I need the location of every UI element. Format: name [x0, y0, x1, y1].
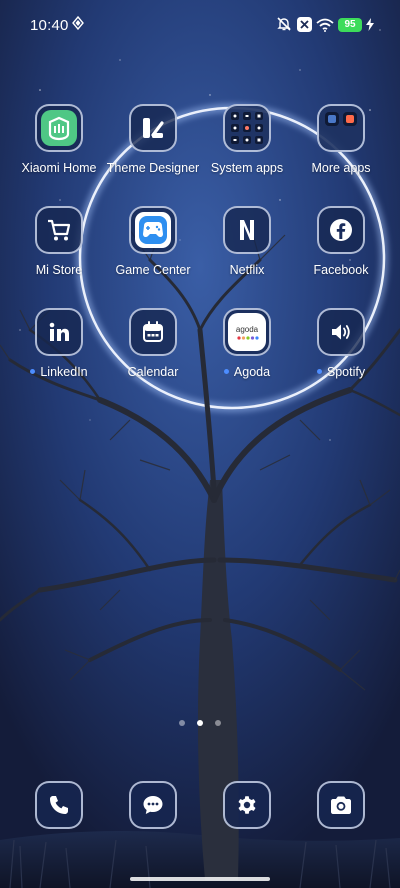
dock-phone[interactable]: [35, 781, 83, 829]
app-label: Mi Store: [35, 263, 83, 277]
x-icon: [297, 17, 312, 37]
xiaomi-home-icon[interactable]: [35, 104, 83, 152]
app-label: Netflix: [229, 263, 265, 277]
app-label: Spotify: [326, 365, 366, 379]
page-dot-current[interactable]: [197, 720, 203, 726]
app-label: Calendar: [127, 365, 179, 379]
app-spotify[interactable]: Spotify: [294, 308, 388, 379]
messages-icon: [143, 796, 163, 814]
charging-icon: [366, 18, 374, 36]
app-label-row: Spotify: [294, 365, 388, 379]
theme-designer-icon[interactable]: [129, 104, 177, 152]
app-label: LinkedIn: [40, 365, 88, 379]
page-indicator: [176, 718, 224, 728]
agoda-icon[interactable]: agoda: [223, 308, 271, 356]
app-facebook[interactable]: Facebook: [294, 206, 388, 277]
page-dot[interactable]: [179, 720, 185, 726]
page-dot[interactable]: [215, 720, 221, 726]
calendar-icon[interactable]: [129, 308, 177, 356]
app-game-center[interactable]: Game Center: [106, 206, 200, 277]
app-label: Agoda: [233, 365, 271, 379]
app-label: System apps: [210, 161, 284, 175]
app-label: More apps: [311, 161, 371, 175]
settings-gear-icon: [238, 796, 256, 814]
app-mi-store[interactable]: Mi Store: [12, 206, 106, 277]
home-gesture-bar[interactable]: [130, 877, 270, 881]
netflix-icon[interactable]: [223, 206, 271, 254]
status-bar: 10:40 95: [0, 0, 400, 52]
dock-camera[interactable]: [317, 781, 365, 829]
facebook-icon[interactable]: [317, 206, 365, 254]
dock-messages[interactable]: [129, 781, 177, 829]
phone-icon: [50, 796, 68, 814]
app-label: Game Center: [115, 263, 191, 277]
new-install-dot: [30, 369, 36, 375]
gamepad-icon[interactable]: [129, 206, 177, 254]
app-xiaomi-home[interactable]: Xiaomi Home: [12, 104, 106, 175]
more-apps-folder-icon[interactable]: [317, 104, 365, 152]
linkedin-icon[interactable]: [35, 308, 83, 356]
camera-icon: [331, 796, 351, 814]
app-label-row: Agoda: [200, 365, 294, 379]
dock-settings[interactable]: [223, 781, 271, 829]
wifi-icon: [316, 18, 334, 37]
app-system-apps-folder[interactable]: System apps: [200, 104, 294, 175]
app-more-apps-folder[interactable]: More apps: [294, 104, 388, 175]
app-label: Xiaomi Home: [21, 161, 97, 175]
battery-icon: 95: [338, 18, 362, 32]
speaker-icon[interactable]: [317, 308, 365, 356]
status-time: 10:40: [30, 17, 69, 34]
app-theme-designer[interactable]: Theme Designer: [106, 104, 200, 175]
app-linkedin[interactable]: LinkedIn: [12, 308, 106, 379]
silent-icon: [276, 16, 292, 37]
new-install-dot: [223, 369, 229, 375]
app-label: Facebook: [313, 263, 369, 277]
app-agoda[interactable]: agoda Agoda: [200, 308, 294, 379]
app-netflix[interactable]: Netflix: [200, 206, 294, 277]
new-install-dot: [316, 369, 322, 375]
nfc-icon: [72, 15, 84, 35]
agoda-logo-text: agoda: [236, 325, 259, 334]
system-apps-folder-icon[interactable]: [223, 104, 271, 152]
app-calendar[interactable]: Calendar: [106, 308, 200, 379]
cart-icon[interactable]: [35, 206, 83, 254]
app-label: Theme Designer: [106, 161, 200, 175]
app-label-row: LinkedIn: [12, 365, 106, 379]
